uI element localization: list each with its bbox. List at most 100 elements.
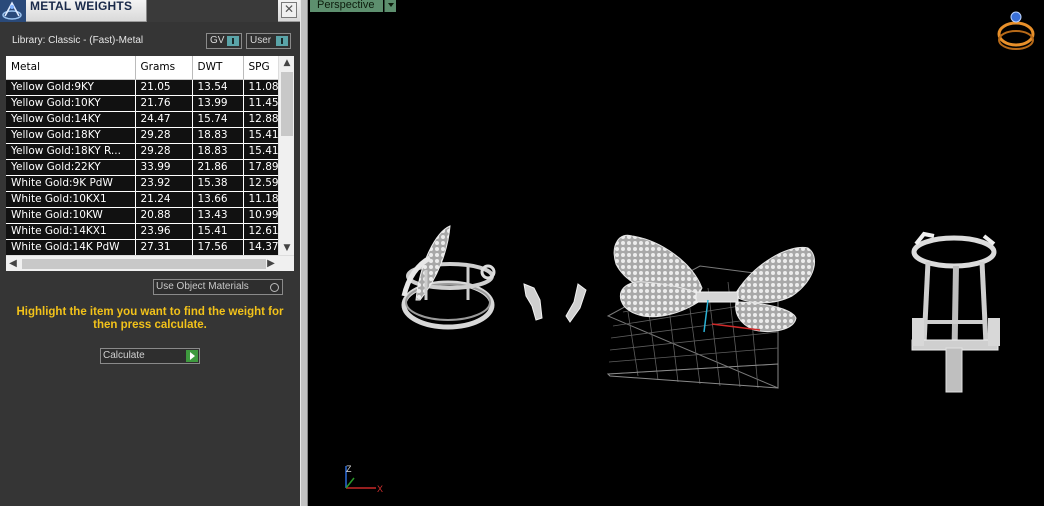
scroll-right-arrow-icon[interactable]: ▶ (264, 256, 278, 272)
cell-grams: 21.24 (135, 191, 193, 208)
toggle-indicator-icon (227, 36, 239, 46)
cell-metal: Yellow Gold:22KY (6, 159, 136, 176)
small-part-right[interactable] (565, 283, 587, 323)
cell-spg: 10.99 (243, 207, 279, 224)
cell-grams: 29.28 (135, 143, 193, 160)
perspective-viewport[interactable]: X Z Perspective (308, 0, 1044, 506)
cell-metal: White Gold:14K PdW (6, 239, 136, 256)
table-vertical-scrollbar[interactable]: ▲ ▼ (278, 56, 294, 255)
column-header-metal[interactable]: Metal (6, 56, 136, 80)
cell-dwt: 18.83 (192, 143, 244, 160)
table-row[interactable]: Yellow Gold:9KY 21.05 13.54 11.08 (6, 79, 279, 96)
table-row[interactable]: White Gold:14KX1 23.96 15.41 12.61 (6, 223, 279, 240)
setting-ring-model[interactable] (911, 231, 1000, 393)
cell-dwt: 15.74 (192, 111, 244, 128)
cell-grams: 21.76 (135, 95, 193, 112)
cell-metal: Yellow Gold:18KY (6, 127, 136, 144)
cell-metal: White Gold:10KW (6, 207, 136, 224)
panel-splitter[interactable] (300, 0, 308, 506)
play-icon (186, 350, 198, 362)
close-button[interactable]: ✕ (281, 2, 297, 18)
cell-grams: 29.28 (135, 127, 193, 144)
titlebar-notch (146, 0, 278, 22)
table-row[interactable]: White Gold:10KX1 21.24 13.66 11.18 (6, 191, 279, 208)
cell-metal: White Gold:14KX1 (6, 223, 136, 240)
table-row[interactable]: Yellow Gold:18KY R... 29.28 18.83 15.41 (6, 143, 279, 160)
calculate-label: Calculate (103, 350, 145, 361)
ring-navigator-icon[interactable] (997, 11, 1035, 50)
calculate-button[interactable]: Calculate (100, 348, 200, 364)
use-object-materials-label: Use Object Materials (156, 281, 249, 292)
metal-weights-panel: METAL WEIGHTS ✕ Library: Classic - (Fast… (0, 0, 300, 506)
cell-dwt: 13.54 (192, 79, 244, 96)
cell-grams: 23.96 (135, 223, 193, 240)
horizontal-scroll-thumb[interactable] (22, 259, 266, 269)
cell-dwt: 15.41 (192, 223, 244, 240)
instruction-text: Highlight the item you want to find the … (16, 306, 284, 331)
cell-metal: Yellow Gold:10KY (6, 95, 136, 112)
cell-dwt: 13.99 (192, 95, 244, 112)
cell-dwt: 13.43 (192, 207, 244, 224)
panel-titlebar[interactable]: METAL WEIGHTS ✕ (0, 0, 300, 22)
leaf-ring-model[interactable] (401, 225, 496, 330)
cell-grams: 21.05 (135, 79, 193, 96)
cell-spg: 11.45 (243, 95, 279, 112)
library-label: Library: Classic - (Fast)-Metal (12, 35, 144, 46)
vertical-scroll-thumb[interactable] (281, 72, 293, 136)
table-row[interactable]: Yellow Gold:22KY 33.99 21.86 17.89 (6, 159, 279, 176)
scroll-down-arrow-icon[interactable]: ▼ (279, 241, 295, 255)
scroll-up-arrow-icon[interactable]: ▲ (279, 56, 295, 70)
cell-dwt: 13.66 (192, 191, 244, 208)
cell-grams: 20.88 (135, 207, 193, 224)
table-row[interactable]: Yellow Gold:18KY 29.28 18.83 15.41 (6, 127, 279, 144)
table-row[interactable]: Yellow Gold:10KY 21.76 13.99 11.45 (6, 95, 279, 112)
cell-spg: 12.59 (243, 175, 279, 192)
chevron-down-icon[interactable] (384, 0, 396, 12)
metal-weights-table: Metal Grams DWT SPG Yellow Gold:9KY 21.05… (6, 56, 279, 256)
app-logo-icon (0, 0, 26, 22)
table-row[interactable]: Yellow Gold:14KY 24.47 15.74 12.88 (6, 111, 279, 128)
column-header-grams[interactable]: Grams (135, 56, 193, 80)
table-row[interactable]: White Gold:10KW 20.88 13.43 10.99 (6, 207, 279, 224)
cell-metal: White Gold:10KX1 (6, 191, 136, 208)
cell-metal: Yellow Gold:14KY (6, 111, 136, 128)
axis-triad: X Z (345, 464, 383, 494)
gv-toggle[interactable]: GV (206, 33, 242, 49)
cell-grams: 33.99 (135, 159, 193, 176)
user-toggle[interactable]: User (246, 33, 291, 49)
butterfly-model[interactable] (613, 234, 816, 333)
panel-title: METAL WEIGHTS (30, 0, 133, 13)
metal-table-container: Metal Grams DWT SPG Yellow Gold:9KY 21.05… (6, 56, 294, 271)
table-header-row: Metal Grams DWT SPG (6, 56, 279, 80)
cell-metal: White Gold:9K PdW (6, 175, 136, 192)
3d-scene: X Z (345, 11, 1035, 494)
cell-spg: 11.18 (243, 191, 279, 208)
cell-dwt: 17.56 (192, 239, 244, 256)
small-part-left[interactable] (523, 283, 543, 321)
user-label: User (250, 35, 272, 46)
gv-label: GV (210, 35, 225, 46)
table-row[interactable]: White Gold:14K PdW 27.31 17.56 14.37 (6, 239, 279, 256)
column-header-dwt[interactable]: DWT (192, 56, 244, 80)
cell-spg: 15.41 (243, 127, 279, 144)
table-row[interactable]: White Gold:9K PdW 23.92 15.38 12.59 (6, 175, 279, 192)
scroll-left-arrow-icon[interactable]: ◀ (6, 256, 20, 272)
view-name-label[interactable]: Perspective (310, 0, 383, 12)
cell-spg: 12.61 (243, 223, 279, 240)
cell-metal: Yellow Gold:18KY R... (6, 143, 136, 160)
cell-grams: 23.92 (135, 175, 193, 192)
axis-z-label: Z (346, 464, 352, 474)
cell-spg: 12.88 (243, 111, 279, 128)
table-horizontal-scrollbar[interactable]: ◀ ▶ (6, 255, 294, 271)
cell-grams: 27.31 (135, 239, 193, 256)
cell-spg: 14.37 (243, 239, 279, 256)
cell-dwt: 21.86 (192, 159, 244, 176)
use-object-materials-toggle[interactable]: Use Object Materials (153, 279, 283, 295)
cell-spg: 17.89 (243, 159, 279, 176)
cell-spg: 11.08 (243, 79, 279, 96)
axis-x-label: X (377, 484, 383, 494)
cell-metal: Yellow Gold:9KY (6, 79, 136, 96)
column-header-spg[interactable]: SPG (243, 56, 279, 80)
toggle-indicator-icon (276, 36, 288, 46)
radio-circle-icon (270, 283, 279, 292)
